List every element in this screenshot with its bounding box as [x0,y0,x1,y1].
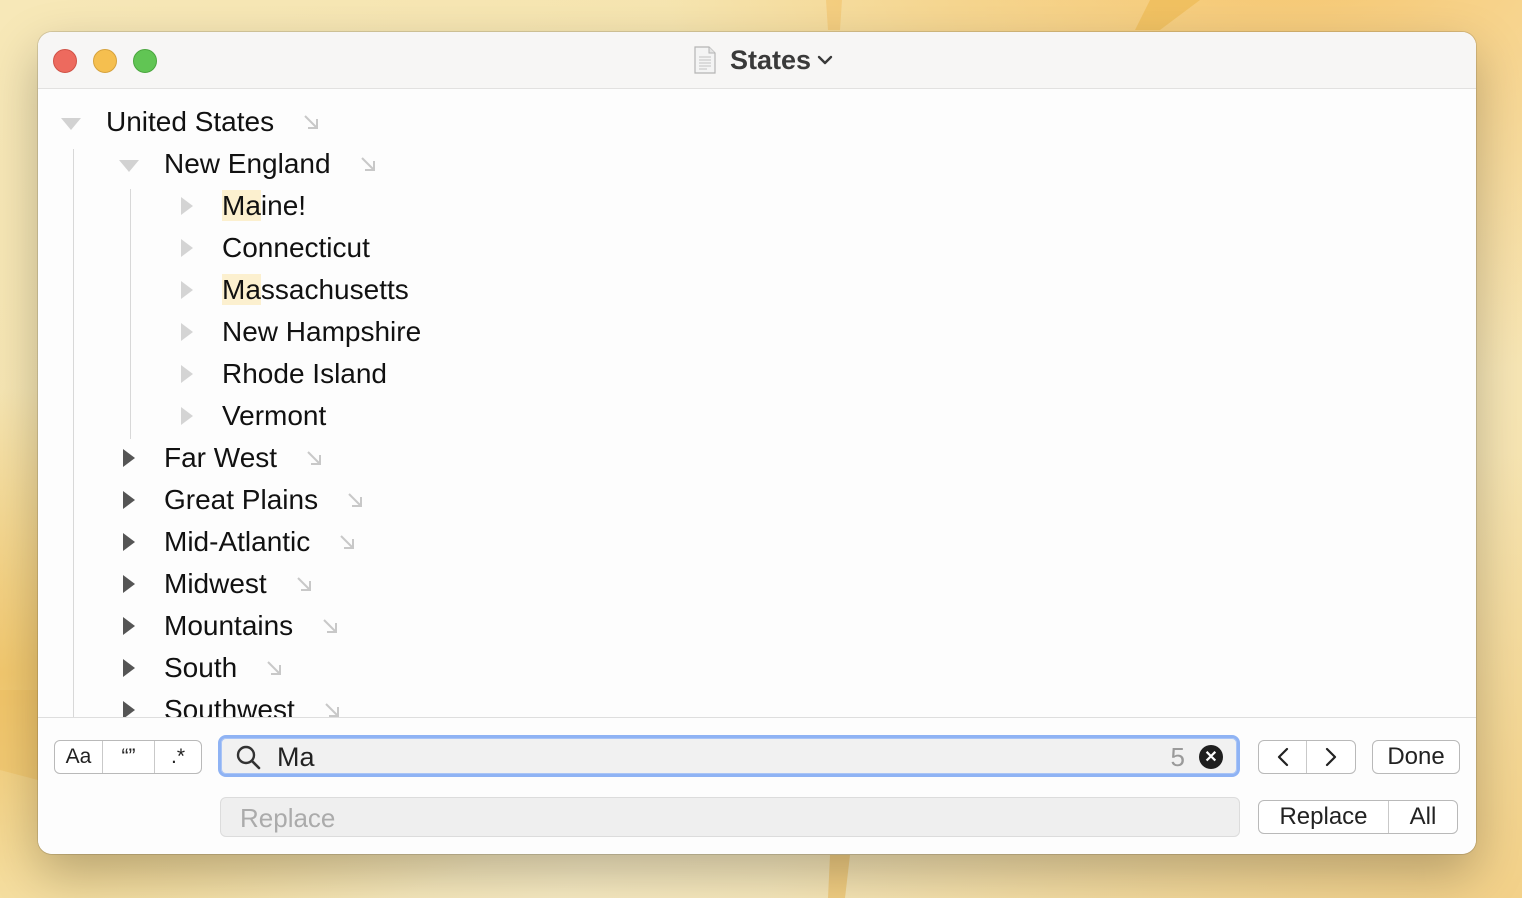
disclosure-collapsed-icon[interactable] [123,659,135,677]
outline-item-label[interactable]: New Hampshire [222,316,421,348]
match-case-toggle[interactable]: Aa [55,741,103,773]
outline-row-new-england[interactable]: New England [38,143,377,185]
outline-item-label[interactable]: Midwest [164,568,267,600]
outline-item-label[interactable]: Vermont [222,400,326,432]
next-match-button[interactable] [1307,741,1355,773]
disclosure-collapsed-icon[interactable] [123,617,135,635]
disclosure-collapsed-icon[interactable] [181,281,193,299]
outline-item-label[interactable]: Maine! [222,190,306,222]
outline-item-label[interactable]: New England [164,148,331,180]
disclosure-collapsed-icon[interactable] [123,575,135,593]
disclosure-collapsed-icon[interactable] [181,197,193,215]
focus-arrow-icon[interactable] [302,113,320,131]
outline-item-label[interactable]: Far West [164,442,277,474]
previous-match-button[interactable] [1259,741,1307,773]
close-window-button[interactable] [53,49,77,73]
disclosure-collapsed-icon[interactable] [181,407,193,425]
search-match-highlight: Ma [222,274,261,305]
disclosure-collapsed-icon[interactable] [123,701,135,717]
document-window: States United States New England Maine! … [38,32,1476,854]
chevron-down-icon [817,55,833,65]
done-button[interactable]: Done [1372,740,1460,774]
outline-row-region[interactable]: Southwest [38,689,341,717]
search-icon [236,745,261,770]
outline-row-state[interactable]: Vermont [38,395,326,437]
find-replace-bar: Aa “” .* Ma 5 ✕ Done Replace Replace All [38,717,1476,854]
outline-row-state[interactable]: New Hampshire [38,311,421,353]
focus-arrow-icon[interactable] [265,659,283,677]
outline-row-region[interactable]: Great Plains [38,479,364,521]
focus-arrow-icon[interactable] [305,449,323,467]
search-options-group: Aa “” .* [54,740,202,774]
outline-view[interactable]: United States New England Maine! Connect… [38,89,1476,717]
outline-row-region[interactable]: South [38,647,283,689]
whole-word-toggle[interactable]: “” [103,741,155,773]
outline-row-region[interactable]: Midwest [38,563,313,605]
outline-row-state[interactable]: Maine! [38,185,306,227]
outline-row-region[interactable]: Mountains [38,605,339,647]
disclosure-collapsed-icon[interactable] [123,533,135,551]
disclosure-collapsed-icon[interactable] [123,449,135,467]
clear-search-button[interactable]: ✕ [1199,745,1223,769]
outline-item-label[interactable]: Great Plains [164,484,318,516]
chevron-left-icon [1277,747,1288,767]
zoom-window-button[interactable] [133,49,157,73]
minimize-window-button[interactable] [93,49,117,73]
outline-item-label[interactable]: South [164,652,237,684]
outline-row-state[interactable]: Connecticut [38,227,370,269]
window-title-menu[interactable]: States [694,44,833,76]
outline-row-state[interactable]: Massachusetts [38,269,409,311]
disclosure-expanded-icon[interactable] [119,160,139,172]
outline-item-label[interactable]: Mid-Atlantic [164,526,310,558]
document-icon [694,46,716,74]
disclosure-collapsed-icon[interactable] [123,491,135,509]
search-match-highlight: Ma [222,190,261,221]
outline-item-label[interactable]: Connecticut [222,232,370,264]
replace-input[interactable]: Replace [220,797,1240,837]
title-bar: States [38,32,1476,89]
window-title: States [730,44,812,75]
outline-row-united-states[interactable]: United States [38,101,320,143]
outline-item-label[interactable]: United States [106,106,274,138]
outline-row-region[interactable]: Mid-Atlantic [38,521,356,563]
disclosure-collapsed-icon[interactable] [181,365,193,383]
focus-arrow-icon[interactable] [323,701,341,717]
outline-row-region[interactable]: Far West [38,437,323,479]
focus-arrow-icon[interactable] [295,575,313,593]
match-count: 5 [1170,742,1185,772]
search-input[interactable]: Ma 5 ✕ [218,735,1240,777]
replace-button[interactable]: Replace [1259,801,1389,833]
disclosure-expanded-icon[interactable] [61,118,81,130]
outline-item-label[interactable]: Rhode Island [222,358,387,390]
focus-arrow-icon[interactable] [346,491,364,509]
focus-arrow-icon[interactable] [359,155,377,173]
regex-toggle[interactable]: .* [155,741,201,773]
chevron-right-icon [1325,747,1337,767]
focus-arrow-icon[interactable] [338,533,356,551]
focus-arrow-icon[interactable] [321,617,339,635]
find-navigation-group [1258,740,1356,774]
disclosure-collapsed-icon[interactable] [181,239,193,257]
disclosure-collapsed-icon[interactable] [181,323,193,341]
replace-buttons-group: Replace All [1258,800,1458,834]
outline-item-label[interactable]: Mountains [164,610,293,642]
replace-placeholder: Replace [240,803,336,833]
outline-item-label[interactable]: Massachusetts [222,274,409,306]
outline-row-state[interactable]: Rhode Island [38,353,387,395]
search-query: Ma [277,742,315,772]
outline-item-label[interactable]: Southwest [164,694,295,717]
replace-all-button[interactable]: All [1389,801,1457,833]
